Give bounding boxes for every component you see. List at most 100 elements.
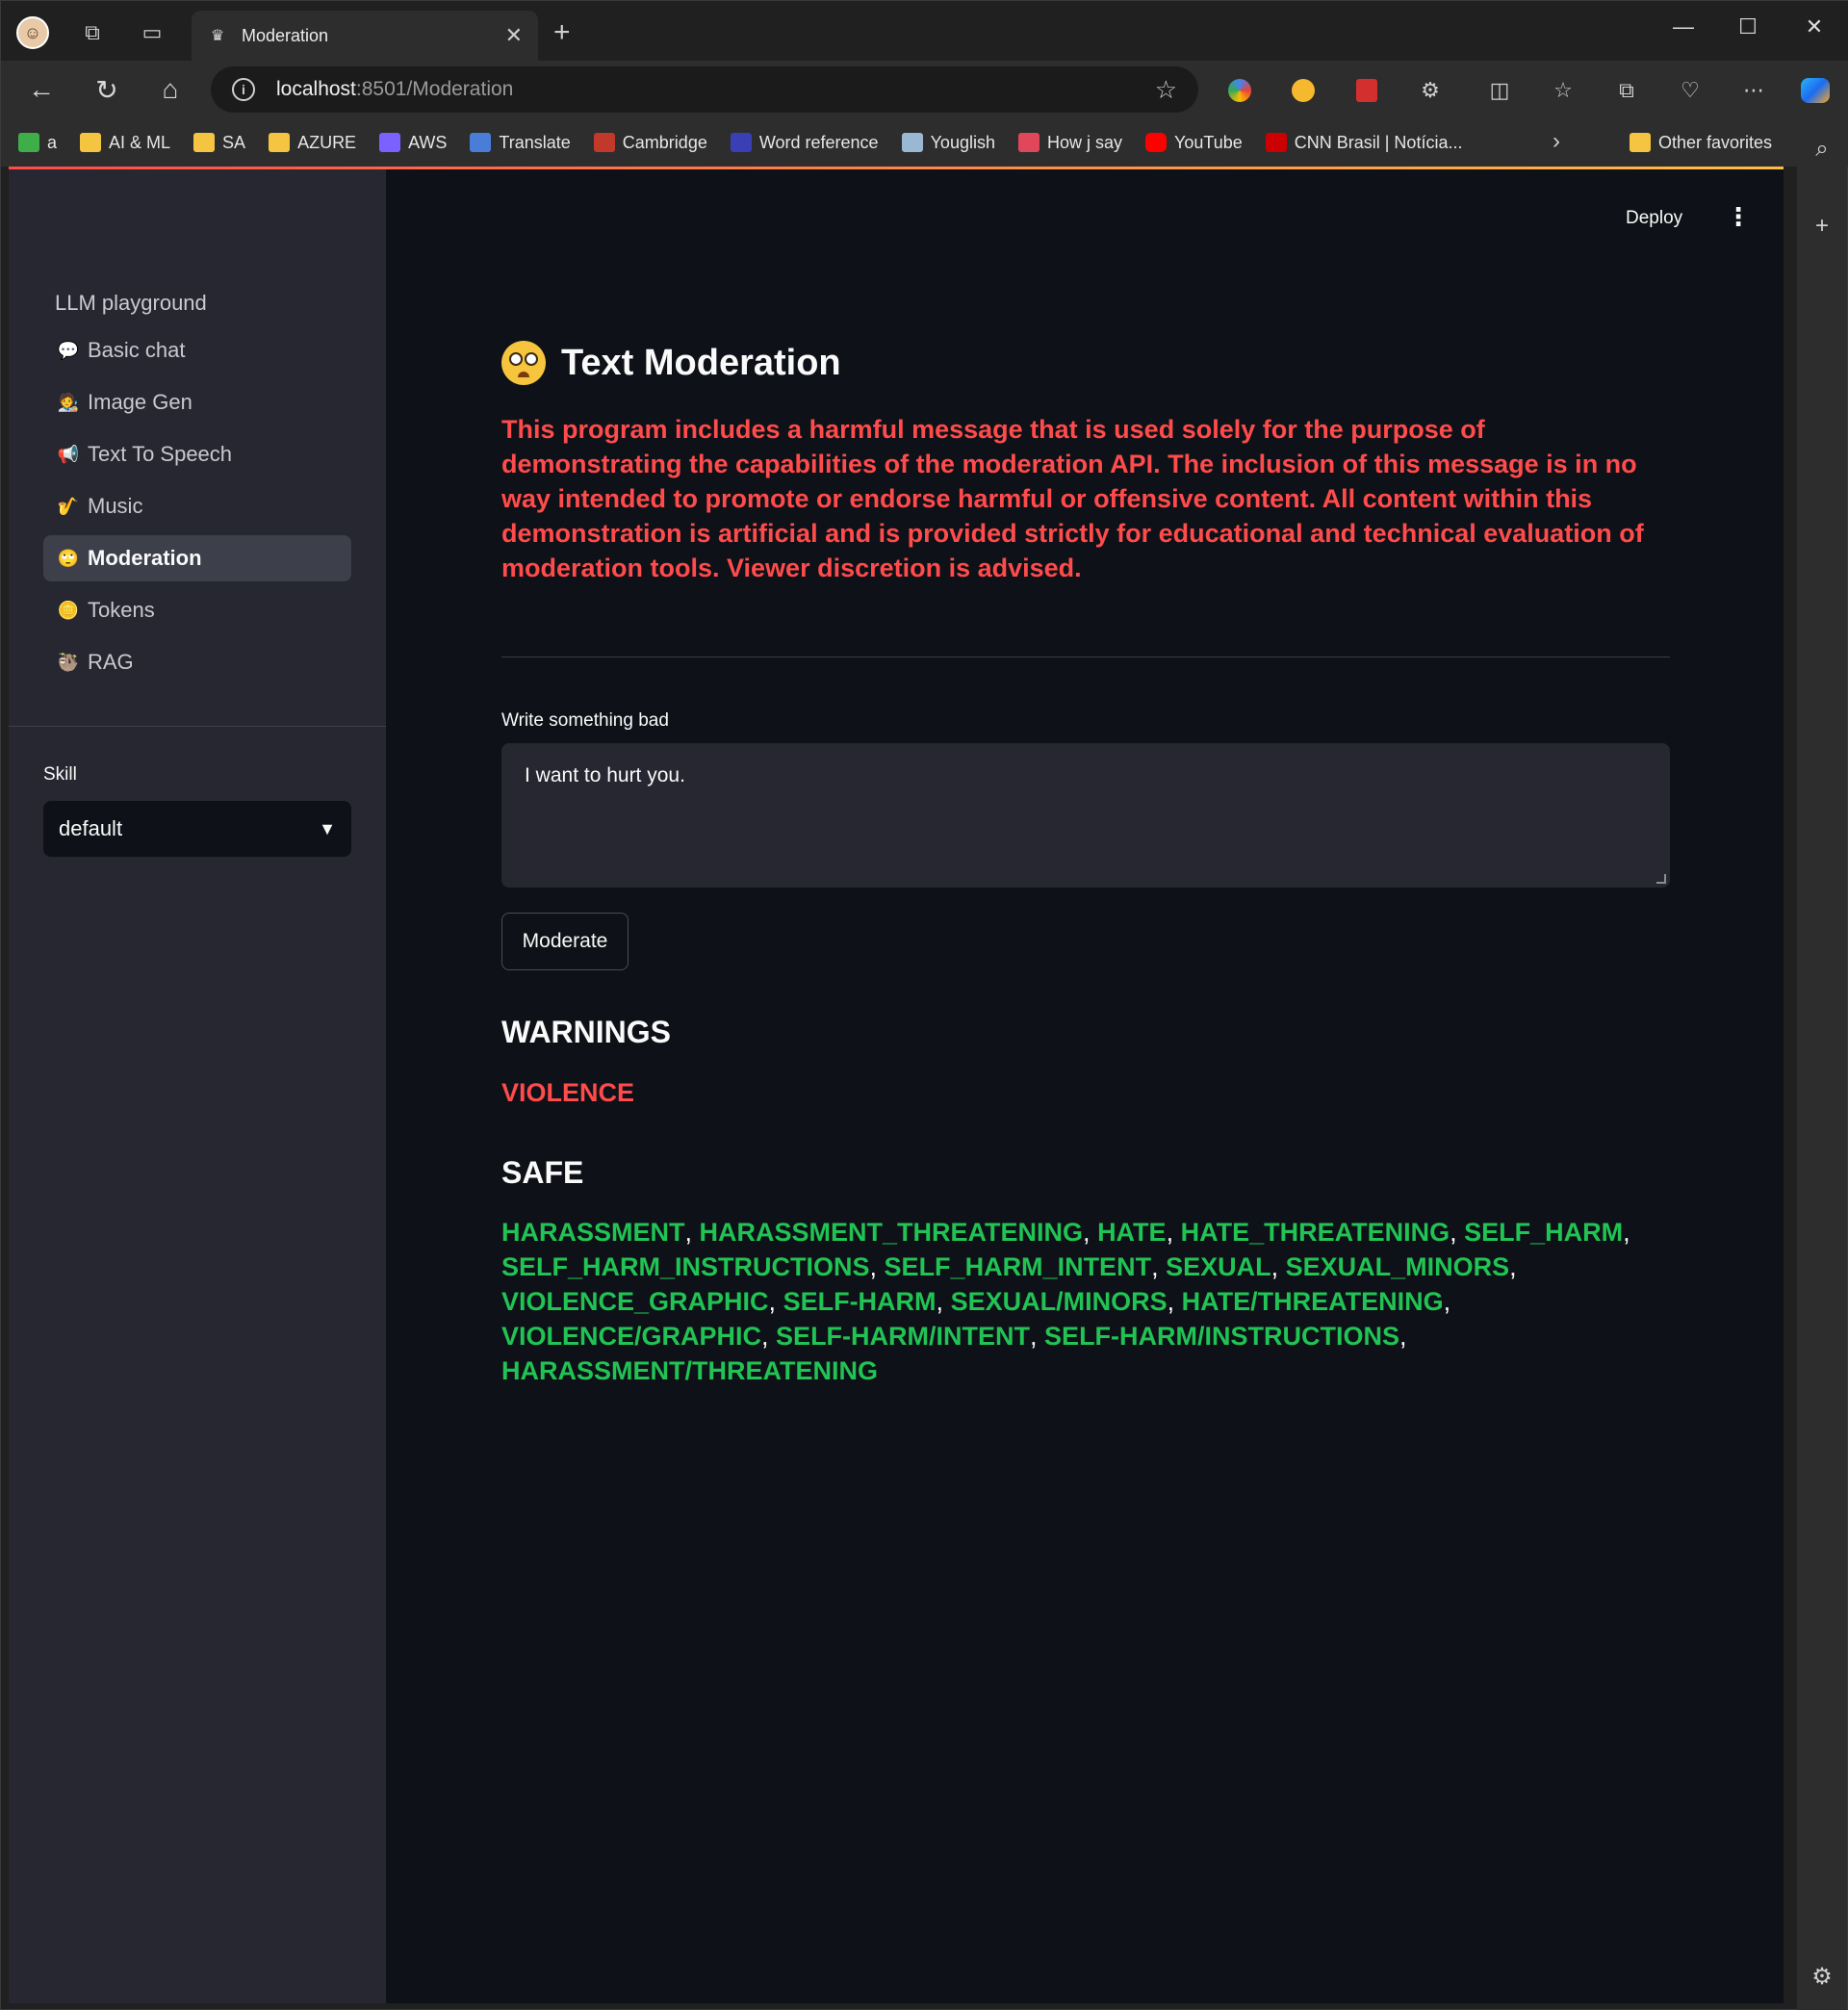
sidebar-item-label: Basic chat (88, 338, 186, 362)
sloth-icon: 🦥 (57, 652, 80, 672)
bookmark-item[interactable]: AWS (379, 133, 447, 153)
safe-heading: SAFE (501, 1155, 584, 1190)
site-info-icon[interactable]: i (232, 78, 255, 101)
home-icon[interactable]: ⌂ (153, 72, 188, 107)
bookmark-label: YouTube (1174, 132, 1243, 152)
streamlit-crown-icon: ♛ (210, 28, 225, 44)
maximize-button[interactable]: ☐ (1729, 14, 1767, 39)
category-label: SEXUAL/MINORS (950, 1287, 1168, 1316)
safe-list: HARASSMENT, HARASSMENT_THREATENING, HATE… (501, 1215, 1670, 1388)
search-icon[interactable]: ⌕ (1809, 136, 1835, 163)
split-screen-icon[interactable]: ◫ (1483, 74, 1516, 107)
copilot-icon[interactable] (1799, 74, 1832, 107)
address-bar[interactable]: i localhost:8501/Moderation ☆ (211, 66, 1198, 113)
minimize-button[interactable]: — (1664, 14, 1703, 39)
bookmark-item[interactable]: a (18, 133, 57, 153)
separator: , (1623, 1218, 1630, 1247)
nav-heading[interactable]: LLM playground (43, 283, 351, 323)
favorites-icon[interactable]: ☆ (1547, 74, 1579, 107)
new-tab-button[interactable]: + (553, 18, 571, 47)
sidebar-item-label: Moderation (88, 546, 202, 570)
bookmark-label: AWS (408, 132, 448, 152)
bookmark-item[interactable]: Cambridge (593, 133, 707, 153)
bookmark-item[interactable]: Word reference (730, 133, 879, 153)
separator: , (1166, 1218, 1181, 1247)
separator: , (1443, 1287, 1451, 1316)
close-window-button[interactable]: ✕ (1795, 14, 1834, 39)
workspaces-icon[interactable]: ⧉ (76, 16, 109, 49)
more-menu-icon[interactable]: ⋯ (1737, 74, 1770, 107)
bookmark-folder[interactable]: AZURE (269, 133, 356, 153)
separator: , (1509, 1252, 1517, 1281)
extension-color-icon[interactable] (1223, 74, 1256, 107)
extensions-puzzle-icon[interactable]: ⚙ (1414, 74, 1447, 107)
close-tab-icon[interactable]: ✕ (505, 23, 523, 48)
sidebar-item-music[interactable]: 🎷 Music (43, 483, 351, 529)
separator: , (1151, 1252, 1167, 1281)
main-menu-icon[interactable]: ⋮ (1726, 202, 1751, 232)
profile-avatar[interactable]: ☺ (16, 16, 49, 49)
reload-icon[interactable]: ↻ (90, 72, 124, 107)
sidebar-item-tokens[interactable]: 🪙 Tokens (43, 587, 351, 633)
folder-icon (80, 133, 102, 152)
chevron-right-icon[interactable]: › (1553, 128, 1560, 155)
sidebar-item-moderation[interactable]: 🙄 Moderation (43, 535, 351, 581)
edge-sidebar: ⌕ + ⚙ (1797, 118, 1847, 2010)
megaphone-icon: 📢 (57, 444, 80, 464)
category-label: HARASSMENT_THREATENING (699, 1218, 1084, 1247)
bookmark-label: a (47, 132, 58, 152)
add-icon[interactable]: + (1809, 213, 1835, 240)
bookmark-item[interactable]: How j say (1017, 133, 1122, 153)
bookmark-item[interactable]: YouTube (1145, 133, 1243, 153)
category-label: VIOLENCE/GRAPHIC (501, 1322, 762, 1351)
deploy-button[interactable]: Deploy (1626, 208, 1682, 229)
category-label: SEXUAL (1166, 1252, 1271, 1281)
bookmark-item[interactable]: CNN Brasil | Notícia... (1265, 133, 1462, 153)
sidebar: LLM playground 💬 Basic chat 🧑‍🎨 Image Gen … (9, 169, 386, 2003)
browser-essentials-icon[interactable]: ♡ (1674, 74, 1707, 107)
coin-icon: 🪙 (57, 600, 80, 620)
other-favorites[interactable]: Other favorites (1629, 118, 1772, 167)
separator: , (869, 1252, 885, 1281)
url-path: :8501/Moderation (355, 78, 514, 100)
eye-roll-face-icon (501, 341, 546, 385)
category-label: SELF_HARM_INTENT (884, 1252, 1152, 1281)
browser-tab-active[interactable]: ♛ Moderation ✕ (192, 11, 538, 61)
tab-actions-icon[interactable]: ▭ (136, 16, 168, 49)
youglish-icon (901, 133, 923, 152)
cnn-icon (1265, 133, 1287, 152)
wordreference-icon (730, 133, 752, 152)
separator: , (936, 1287, 951, 1316)
category-label: SELF-HARM/INSTRUCTIONS (1044, 1322, 1400, 1351)
bookmark-item[interactable]: Translate (470, 133, 571, 153)
skill-select[interactable]: default ▼ (43, 801, 351, 857)
sidebar-divider (9, 726, 386, 727)
back-arrow-icon[interactable]: ← (24, 72, 59, 107)
category-label: SEXUAL_MINORS (1285, 1252, 1510, 1281)
gear-icon[interactable]: ⚙ (1809, 1963, 1835, 1990)
extension-chat-icon[interactable] (1287, 74, 1320, 107)
howjsay-icon (1017, 133, 1040, 152)
category-label: HARASSMENT/THREATENING (501, 1356, 878, 1385)
resize-handle-icon[interactable] (1656, 874, 1666, 884)
favorite-star-icon[interactable]: ☆ (1155, 75, 1177, 105)
message-textarea[interactable]: I want to hurt you. (501, 743, 1670, 888)
eye-roll-face-icon: 🙄 (57, 548, 80, 568)
sidebar-item-text-to-speech[interactable]: 📢 Text To Speech (43, 431, 351, 477)
sidebar-nav: LLM playground 💬 Basic chat 🧑‍🎨 Image Gen … (43, 283, 351, 691)
sidebar-item-rag[interactable]: 🦥 RAG (43, 639, 351, 685)
bookmark-item[interactable]: Youglish (901, 133, 995, 153)
chevron-down-icon: ▼ (319, 818, 336, 838)
separator: , (1399, 1322, 1407, 1351)
moderate-button[interactable]: Moderate (501, 913, 629, 970)
avatar-icon: ☺ (16, 16, 49, 49)
bookmark-folder[interactable]: SA (193, 133, 245, 153)
sidebar-item-image-gen[interactable]: 🧑‍🎨 Image Gen (43, 379, 351, 425)
pdf-extension-icon[interactable] (1350, 74, 1383, 107)
sidebar-item-basic-chat[interactable]: 💬 Basic chat (43, 327, 351, 374)
disclaimer-text: This program includes a harmful message … (501, 415, 1644, 582)
bookmark-folder[interactable]: AI & ML (80, 133, 170, 153)
url-text[interactable]: localhost:8501/Moderation (276, 78, 1155, 101)
collections-icon[interactable]: ⧉ (1610, 74, 1643, 107)
title-bar: ☺ ⧉ ▭ ♛ Moderation ✕ + — ☐ ✕ (1, 1, 1848, 61)
